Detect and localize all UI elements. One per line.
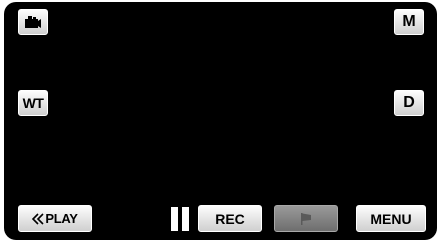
playback-button[interactable]: PLAY: [18, 205, 92, 232]
record-label: REC: [215, 210, 245, 227]
zoom-wt-label: WT: [22, 95, 44, 111]
marker-button[interactable]: [274, 205, 338, 232]
double-chevron-left-icon: [32, 212, 44, 225]
record-button[interactable]: REC: [198, 205, 262, 232]
flag-icon: [301, 212, 311, 225]
playback-label: PLAY: [45, 211, 78, 226]
video-camera-icon: [25, 16, 41, 28]
display-label: D: [403, 94, 415, 111]
video-mode-button[interactable]: [18, 9, 48, 35]
menu-label: MENU: [370, 210, 412, 227]
manual-mode-button[interactable]: M: [394, 9, 424, 35]
manual-mode-label: M: [402, 13, 416, 30]
zoom-wt-button[interactable]: WT: [18, 90, 48, 116]
display-button[interactable]: D: [394, 90, 424, 116]
menu-button[interactable]: MENU: [356, 205, 426, 232]
pause-icon: [171, 207, 190, 231]
camera-lcd-screen: M WT D PLAY REC MENU: [4, 2, 437, 240]
